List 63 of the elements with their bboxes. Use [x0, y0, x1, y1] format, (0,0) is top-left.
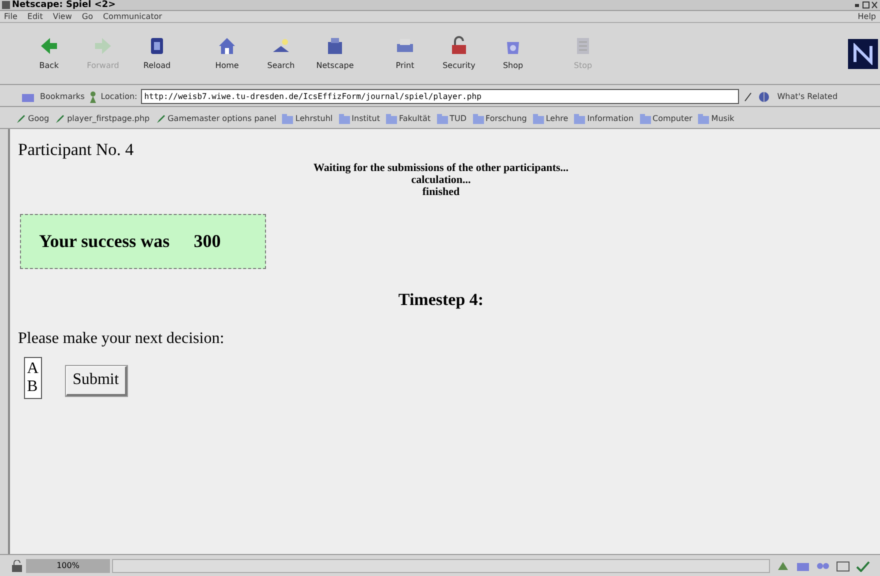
check-icon[interactable] [856, 560, 870, 572]
status-text: Waiting for the submissions of the other participants... [313, 162, 569, 174]
caret-icon[interactable] [743, 90, 754, 102]
status-text: calculation... [411, 174, 471, 186]
window-controls-icon[interactable] [854, 1, 878, 9]
url-field[interactable]: http://weisb7.wiwe.tu-dresden.de/IcsEffizForm/journal/spiel/player.php [141, 89, 740, 104]
bookmark-link[interactable]: TUD [436, 112, 466, 124]
decision-prompt: Please make your next decision: [18, 328, 224, 348]
list-option[interactable]: B [27, 378, 39, 396]
window-title: Netscape: Spiel <2> [12, 0, 116, 10]
bookmark-link[interactable]: Computer [640, 112, 692, 124]
menu-item[interactable]: View [52, 12, 72, 20]
toolbar-button[interactable]: Back [22, 28, 76, 78]
folder-icon [532, 114, 544, 124]
window-icon[interactable] [836, 560, 850, 572]
option-listbox[interactable]: A B [24, 356, 42, 398]
bookmark-link[interactable]: Lehrstuhl [282, 112, 333, 124]
menu-item[interactable]: File [4, 12, 18, 20]
location-label: Location: [100, 90, 138, 102]
toolbar-button[interactable]: Print [378, 28, 432, 78]
timestep-heading: Timestep 4: [398, 289, 484, 311]
lock-icon [10, 560, 24, 572]
toolbar-button[interactable]: Security [432, 28, 486, 78]
bookmark-icon [22, 92, 36, 102]
menu-item[interactable]: Help [858, 12, 876, 20]
bookmark-link[interactable]: Institut [338, 112, 380, 124]
toolbar-button[interactable]: Home [200, 28, 254, 78]
pen-icon [55, 114, 66, 124]
toolbar-button[interactable]: Search [254, 28, 308, 78]
whats-related-button[interactable]: What's Related [777, 90, 838, 102]
bookmark-link[interactable]: Fakultät [386, 112, 431, 124]
toolbar-button[interactable]: Shop [486, 28, 540, 78]
menu-item[interactable]: Go [82, 12, 93, 20]
folder-icon [698, 114, 710, 124]
submit-button[interactable]: Submit [66, 366, 127, 396]
bookmark-link[interactable]: Goog [16, 112, 50, 124]
success-label: Your success was [39, 230, 170, 253]
pen-icon [156, 114, 166, 124]
status-text: finished [422, 186, 460, 198]
folder-icon [282, 114, 294, 124]
success-value: 300 [194, 230, 221, 253]
folder-icon [386, 114, 397, 124]
folder-icon [640, 114, 651, 124]
bookmark-link[interactable]: Forschung [472, 112, 527, 124]
folder-icon [472, 114, 484, 124]
menu-item[interactable]: Edit [27, 12, 43, 20]
bookmark-link[interactable]: Information [574, 112, 634, 124]
participant-heading: Participant No. 4 [18, 141, 135, 158]
bookmark-link[interactable]: Lehre [532, 112, 568, 124]
toolbar-button[interactable]: Netscape [308, 28, 362, 78]
bookmark-link[interactable]: Musik [698, 112, 734, 124]
folder-icon [338, 114, 350, 124]
folder-icon [574, 114, 586, 124]
menu-item[interactable]: Communicator [102, 12, 162, 20]
bookmarks-button[interactable]: Bookmarks [40, 90, 85, 102]
navigator-icon[interactable] [776, 560, 790, 572]
figure-icon [88, 90, 97, 102]
toolbar-button[interactable]: Reload [130, 28, 184, 78]
list-option[interactable]: A [27, 360, 39, 378]
bookmark-link[interactable]: player_firstpage.php [55, 112, 150, 124]
bookmark-link[interactable]: Gamemaster options panel [156, 112, 276, 124]
folder-icon [436, 114, 448, 124]
pen-icon [16, 114, 26, 124]
